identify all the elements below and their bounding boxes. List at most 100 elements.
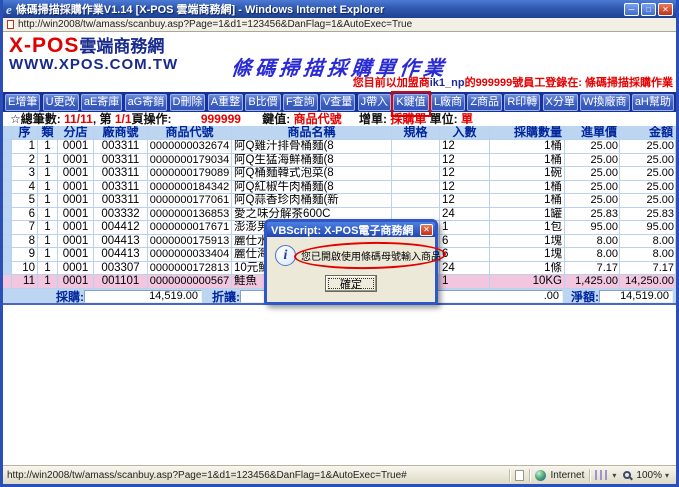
table-cell: 003332 (94, 207, 148, 221)
row-selector[interactable] (3, 234, 12, 248)
column-header: 金額 (620, 126, 676, 140)
table-row[interactable]: 5 1 0001 003311 0000000177061 阿Q蒜香珍肉桶麵(新 12 1桶 2… (3, 194, 676, 208)
toolbar-button[interactable]: aH幫助 (631, 93, 674, 111)
table-cell (392, 167, 440, 181)
close-button[interactable]: ✕ (658, 2, 673, 16)
net-total-field[interactable]: 14,519.00 (599, 289, 673, 303)
toolbar-button[interactable]: L廠商 (430, 93, 466, 111)
table-cell: 1桶 (490, 180, 565, 194)
table-row[interactable]: 3 1 0001 003311 0000000179089 阿Q桶麵韓式泡菜(8 12 1碗 2… (3, 167, 676, 181)
row-selector[interactable] (3, 248, 12, 262)
row-selector[interactable] (3, 221, 12, 235)
operator-id: 999999 (200, 112, 241, 126)
security-zone-label: Internet (550, 469, 585, 481)
zoom-level[interactable]: 100% (636, 470, 662, 481)
login-employee-id: 999999 (475, 77, 513, 89)
protected-mode-dropdown-icon[interactable]: ▾ (612, 471, 616, 480)
row-selector[interactable] (3, 261, 12, 275)
toolbar-button[interactable]: U更改 (42, 93, 79, 111)
address-url[interactable]: http://win2008/tw/amass/scanbuy.asp?Page… (18, 19, 412, 30)
row-selector[interactable] (3, 207, 12, 221)
toolbar-button[interactable]: E增筆 (5, 93, 41, 111)
toolbar-button[interactable]: V查量 (319, 93, 356, 111)
table-cell: 0000000000567 (148, 275, 232, 289)
table-cell: 2 (12, 153, 38, 167)
window-title: 條碼掃描採購作業V1.14 [X-POS 雲端商務網] - Windows In… (15, 4, 385, 16)
row-selector[interactable] (3, 275, 12, 289)
table-cell: 8 (12, 234, 38, 248)
table-cell: 9 (12, 248, 38, 262)
table-cell: 1包 (490, 221, 565, 235)
row-selector[interactable] (3, 194, 12, 208)
browser-window: e 條碼掃描採購作業V1.14 [X-POS 雲端商務網] - Windows … (0, 0, 679, 487)
table-cell: 0001 (58, 207, 94, 221)
table-cell: 24 (440, 207, 490, 221)
row-selector[interactable] (3, 167, 12, 181)
toolbar-button[interactable]: F查詢 (282, 93, 318, 111)
dialog-close-icon[interactable]: ✕ (420, 223, 433, 236)
key-value: 商品代號 (293, 112, 342, 126)
table-cell: 003311 (94, 194, 148, 208)
total-count: 11/11 (64, 112, 93, 126)
toolbar-button[interactable]: W換廠商 (580, 93, 630, 111)
toolbar-button[interactable]: K鍵值 (391, 90, 432, 117)
table-cell: 1 (38, 180, 58, 194)
table-cell: 95.00 (620, 221, 676, 235)
page-header: X-POS雲端商務網 WWW.XPOS.COM.TW 條碼掃描採購單作業 您目前… (3, 32, 676, 92)
zoom-icon[interactable] (623, 471, 632, 479)
table-cell: 0001 (58, 140, 94, 154)
purchase-total-field[interactable]: 14,519.00 (84, 289, 202, 303)
row-selector[interactable] (3, 153, 12, 167)
table-cell: 003311 (94, 180, 148, 194)
table-cell: 12 (440, 167, 490, 181)
toolbar-button[interactable]: A重整 (207, 93, 244, 111)
table-cell: 1塊 (490, 234, 565, 248)
toolbar-button[interactable]: X分單 (542, 93, 578, 111)
table-row[interactable]: 1 1 0001 003311 0000000032674 阿Q雞汁排骨桶麵(8 12 1桶 2… (3, 140, 676, 154)
add-doc-value: 採購單 (390, 112, 427, 126)
ok-button[interactable]: 確定 (325, 275, 377, 292)
table-row[interactable]: 4 1 0001 003311 0000000184342 阿Q紅椒牛肉桶麵(8 12 1桶 2… (3, 180, 676, 194)
toolbar-button[interactable]: R印轉 (504, 93, 541, 111)
table-cell: 1 (38, 248, 58, 262)
login-info: 您目前以加盟商ik1_np的999999號員工登錄在: 條碼掃描採購作業 (353, 74, 673, 90)
table-cell: 10KG (490, 275, 565, 289)
toolbar-button[interactable]: aG寄銷 (124, 93, 168, 111)
toolbar-button[interactable]: J帶入 (357, 93, 392, 111)
unit-value: 單 (461, 112, 474, 126)
table-cell: 1 (38, 261, 58, 275)
column-header: 入數 (440, 126, 490, 140)
minimize-button[interactable]: ─ (624, 2, 639, 16)
globe-icon (535, 469, 547, 481)
toolbar-button[interactable]: Z商品 (467, 93, 503, 111)
table-cell: 1 (440, 221, 490, 235)
maximize-button[interactable]: □ (641, 2, 656, 16)
protected-mode-icon[interactable] (595, 470, 608, 480)
vbscript-dialog: VBScript: X-POS電子商務網 ✕ i 您已開啟使用條碼母號輸入商品 … (264, 219, 447, 305)
table-cell: 0001 (58, 248, 94, 262)
dialog-button-row: 確定 (267, 268, 435, 302)
table-cell: 1 (38, 221, 58, 235)
table-cell: 1桶 (490, 140, 565, 154)
table-cell: 阿Q蒜香珍肉桶麵(新 (232, 194, 392, 208)
table-cell: 25.00 (565, 194, 620, 208)
toolbar-button[interactable]: aE寄庫 (80, 93, 123, 111)
toolbar-button[interactable]: B比價 (245, 93, 281, 111)
table-cell: 1塊 (490, 248, 565, 262)
dialog-body: i 您已開啟使用條碼母號輸入商品 (267, 237, 447, 271)
table-cell: 1條 (490, 261, 565, 275)
row-selector[interactable] (3, 180, 12, 194)
table-cell: 1 (38, 167, 58, 181)
table-cell: 8.00 (565, 234, 620, 248)
table-cell: 1 (38, 207, 58, 221)
table-cell: 0000000032674 (148, 140, 232, 154)
table-cell: 14,250.00 (620, 275, 676, 289)
page-count: 1/1 (114, 112, 132, 126)
zoom-dropdown-icon[interactable]: ▾ (665, 471, 669, 480)
table-cell: 25.00 (620, 153, 676, 167)
status-bar: http://win2008/tw/amass/scanbuy.asp?Page… (3, 465, 676, 484)
toolbar-button[interactable]: D刪除 (169, 93, 206, 111)
row-selector[interactable] (3, 140, 12, 154)
table-cell: 1 (440, 275, 490, 289)
table-row[interactable]: 2 1 0001 003311 0000000179034 阿Q生猛海鮮桶麵(8 12 1桶 2… (3, 153, 676, 167)
